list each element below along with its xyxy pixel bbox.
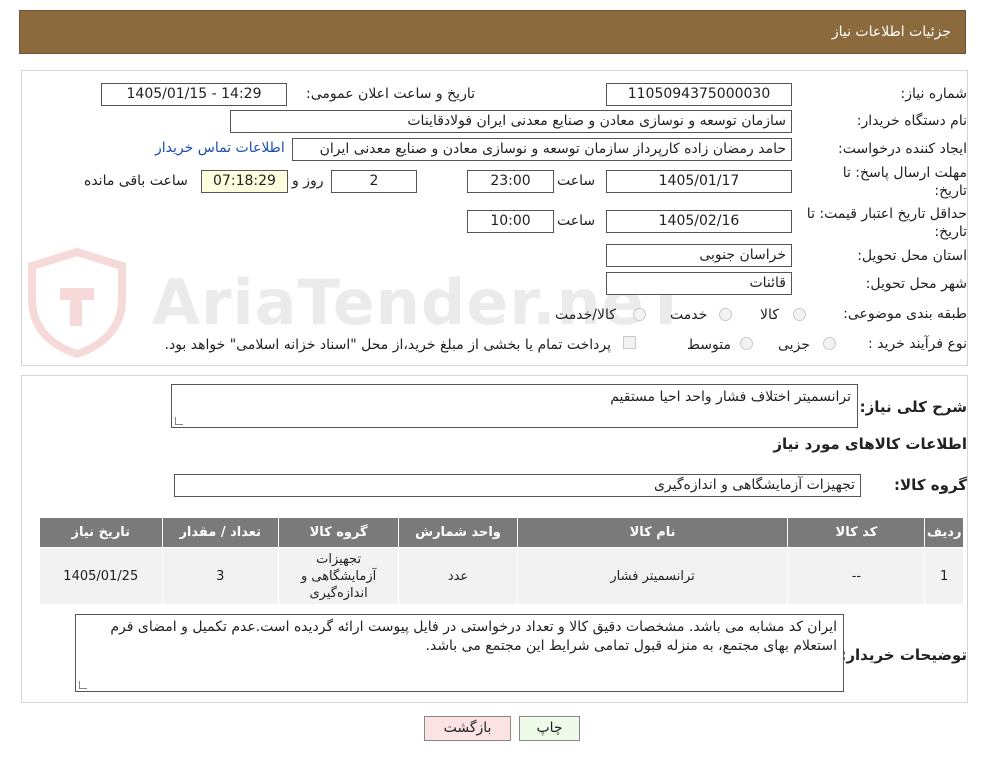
buyer-notes-text: ایران کد مشابه می باشد. مشخصات دقیق کالا…	[110, 619, 837, 654]
province-field: خراسان جنوبی	[606, 244, 792, 267]
cell-row-no: 1	[924, 547, 964, 605]
cell-name: ترانسمیتر فشار	[516, 547, 789, 605]
goods-info-title: اطلاعات کالاهای مورد نیاز	[773, 435, 967, 453]
buyer-org-label: نام دستگاه خریدار:	[856, 113, 967, 129]
treasury-payment-checkbox[interactable]	[623, 336, 636, 349]
category-option-service: خدمت	[670, 307, 708, 323]
print-button[interactable]: چاپ	[519, 716, 580, 741]
validity-time-label: ساعت	[557, 213, 596, 229]
requester-label: ایجاد کننده درخواست:	[838, 141, 967, 157]
process-radio-minor[interactable]	[823, 337, 836, 350]
resize-handle-icon[interactable]	[175, 417, 183, 425]
days-remaining-field: 2	[331, 170, 417, 193]
goods-group-field: تجهیزات آزمایشگاهی و اندازه‌گیری	[174, 474, 861, 497]
buyer-notes-field: ایران کد مشابه می باشد. مشخصات دقیق کالا…	[75, 614, 844, 692]
cell-quantity: 3	[161, 547, 279, 605]
province-label: استان محل تحویل:	[857, 248, 967, 264]
validity-label: حداقل تاریخ اعتبار قیمت: تا	[806, 206, 967, 222]
col-header-quantity: تعداد / مقدار	[161, 517, 279, 548]
time-remaining-label: ساعت باقی مانده	[84, 173, 188, 189]
deadline-label-date: تاریخ:	[934, 183, 967, 199]
category-radio-goods-service[interactable]	[633, 308, 646, 321]
deadline-time-label: ساعت	[557, 173, 596, 189]
category-radio-goods[interactable]	[793, 308, 806, 321]
summary-text: ترانسمیتر اختلاف فشار واحد احیا مستقیم	[610, 389, 851, 405]
col-header-date: تاریخ نیاز	[39, 517, 163, 548]
time-remaining-field: 07:18:29	[201, 170, 288, 193]
validity-time-field: 10:00	[467, 210, 554, 233]
requester-field: حامد رمضان زاده کارپرداز سازمان توسعه و …	[292, 138, 792, 161]
need-number-field: 1105094375000030	[606, 83, 792, 106]
validity-date-field: 1405/02/16	[606, 210, 792, 233]
table-header-row: ردیف کد کالا نام کالا واحد شمارش گروه کا…	[39, 517, 964, 548]
summary-field: ترانسمیتر اختلاف فشار واحد احیا مستقیم	[171, 384, 858, 428]
page-header: جزئیات اطلاعات نیاز	[19, 10, 966, 54]
announce-date-label: تاریخ و ساعت اعلان عمومی:	[306, 86, 475, 102]
category-option-goods-service: کالا/خدمت	[555, 307, 616, 323]
need-number-label: شماره نیاز:	[900, 86, 968, 102]
deadline-date-field: 1405/01/17	[606, 170, 792, 193]
announce-date-field: 1405/01/15 - 14:29	[101, 83, 287, 106]
category-option-goods: کالا	[760, 307, 779, 323]
table-row: 1 -- ترانسمیتر فشار عدد تجهیزات آزمایشگا…	[39, 547, 964, 605]
validity-label-date: تاریخ:	[934, 224, 967, 240]
col-header-code: کد کالا	[787, 517, 926, 548]
deadline-time-field: 23:00	[467, 170, 554, 193]
city-label: شهر محل تحویل:	[865, 276, 967, 292]
buyer-org-field: سازمان توسعه و نوسازی معادن و صنایع معدن…	[230, 110, 792, 133]
category-radio-service[interactable]	[719, 308, 732, 321]
cell-group: تجهیزات آزمایشگاهی و اندازه‌گیری	[277, 547, 400, 605]
process-option-medium: متوسط	[687, 337, 731, 353]
summary-label: شرح کلی نیاز:	[859, 398, 967, 416]
resize-handle-icon[interactable]	[79, 681, 87, 689]
cell-date: 1405/01/25	[39, 547, 163, 605]
col-header-name: نام کالا	[516, 517, 789, 548]
process-option-minor: جزیی	[778, 337, 810, 353]
buyer-contact-link[interactable]: اطلاعات تماس خریدار	[155, 140, 285, 156]
col-header-unit: واحد شمارش	[398, 517, 518, 548]
cell-code: --	[787, 547, 926, 605]
city-field: قائنات	[606, 272, 792, 295]
days-label: روز و	[292, 173, 324, 189]
goods-group-label: گروه کالا:	[894, 476, 967, 494]
process-label: نوع فرآیند خرید :	[868, 336, 967, 352]
goods-table: ردیف کد کالا نام کالا واحد شمارش گروه کا…	[39, 517, 964, 605]
process-radio-medium[interactable]	[740, 337, 753, 350]
cell-unit: عدد	[398, 547, 518, 605]
treasury-payment-note: پرداخت تمام یا بخشی از مبلغ خرید،از محل …	[164, 337, 611, 353]
page-title: جزئیات اطلاعات نیاز	[831, 24, 951, 40]
col-header-group: گروه کالا	[277, 517, 400, 548]
back-button[interactable]: بازگشت	[424, 716, 511, 741]
buyer-notes-label: توضیحات خریدار:	[840, 646, 967, 664]
category-label: طبقه بندی موضوعی:	[843, 306, 967, 322]
deadline-label: مهلت ارسال پاسخ: تا	[842, 165, 967, 181]
col-header-row-no: ردیف	[924, 517, 964, 548]
